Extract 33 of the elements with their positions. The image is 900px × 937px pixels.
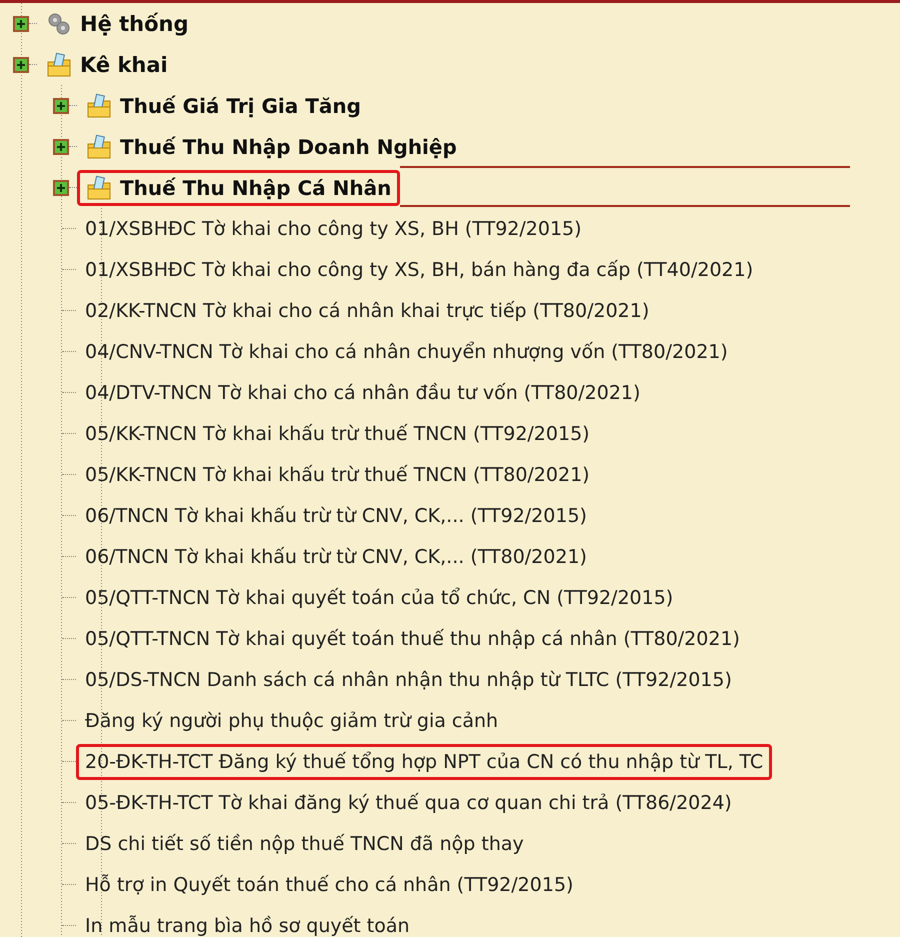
tree-item[interactable]: 04/DTV-TNCN Tờ khai cho cá nhân đầu tư vốn (TT80/2021) — [85, 382, 640, 404]
tree-item[interactable]: 01/XSBHĐC Tờ khai cho công ty XS, BH, bán hàng đa cấp (TT40/2021) — [85, 258, 754, 280]
tree-folder[interactable]: Kê khai — [80, 52, 168, 76]
tree-item[interactable]: 04/CNV-TNCN Tờ khai cho cá nhân chuyển nhượng vốn (TT80/2021) — [85, 340, 728, 362]
tree-item[interactable]: 20-ĐK-TH-TCT Đăng ký thuế tổng hợp NPT của CN có thu nhập từ TL, TC — [85, 750, 764, 772]
tree-item[interactable]: 05/QTT-TNCN Tờ khai quyết toán của tổ chức, CN (TT92/2015) — [85, 586, 674, 608]
tree-folder[interactable]: Thuế Thu Nhập Cá Nhân — [120, 176, 392, 200]
gears-icon — [46, 10, 72, 36]
tree-item[interactable]: 06/TNCN Tờ khai khấu trừ từ CNV, CK,... (TT80/2021) — [85, 546, 587, 568]
tree-folder[interactable]: Thuế Thu Nhập Doanh Nghiệp — [120, 134, 457, 158]
tree-item[interactable]: Hỗ trợ in Quyết toán thuế cho cá nhân (TT92/2015) — [85, 874, 574, 896]
tree-folder[interactable]: Thuế Giá Trị Gia Tăng — [120, 94, 361, 118]
tree-item[interactable]: 02/KK-TNCN Tờ khai cho cá nhân khai trực tiếp (TT80/2021) — [85, 300, 650, 322]
tree-item[interactable]: 06/TNCN Tờ khai khấu trừ từ CNV, CK,... (TT92/2015) — [85, 504, 587, 526]
folder-icon — [46, 52, 72, 78]
expand-icon[interactable] — [13, 16, 29, 32]
tree-item[interactable]: In mẫu trang bìa hồ sơ quyết toán — [85, 914, 410, 936]
expand-icon[interactable] — [13, 56, 29, 72]
tree-item[interactable]: DS chi tiết số tiền nộp thuế TNCN đã nộp thay — [85, 832, 524, 854]
tree-item[interactable]: 05/DS-TNCN Danh sách cá nhân nhận thu nhập từ TLTC (TT92/2015) — [85, 668, 732, 690]
tree-item[interactable]: 05/KK-TNCN Tờ khai khấu trừ thuế TNCN (TT92/2015) — [85, 422, 590, 444]
folder-icon — [86, 174, 112, 200]
folder-icon — [86, 134, 112, 160]
tree-item[interactable]: Đăng ký người phụ thuộc giảm trừ gia cảnh — [85, 710, 498, 732]
tree-item[interactable]: 01/XSBHĐC Tờ khai cho công ty XS, BH (TT92/2015) — [85, 218, 582, 240]
tree-folder[interactable]: Hệ thống — [80, 12, 189, 36]
expand-icon[interactable] — [53, 180, 69, 196]
folder-icon — [86, 92, 112, 118]
tree-item[interactable]: 05/QTT-TNCN Tờ khai quyết toán thuế thu nhập cá nhân (TT80/2021) — [85, 628, 740, 650]
tree-item[interactable]: 05/KK-TNCN Tờ khai khấu trừ thuế TNCN (TT80/2021) — [85, 464, 590, 486]
tree-item[interactable]: 05-ĐK-TH-TCT Tờ khai đăng ký thuế qua cơ quan chi trả (TT86/2024) — [85, 792, 732, 814]
expand-icon[interactable] — [53, 98, 69, 114]
expand-icon[interactable] — [53, 138, 69, 154]
